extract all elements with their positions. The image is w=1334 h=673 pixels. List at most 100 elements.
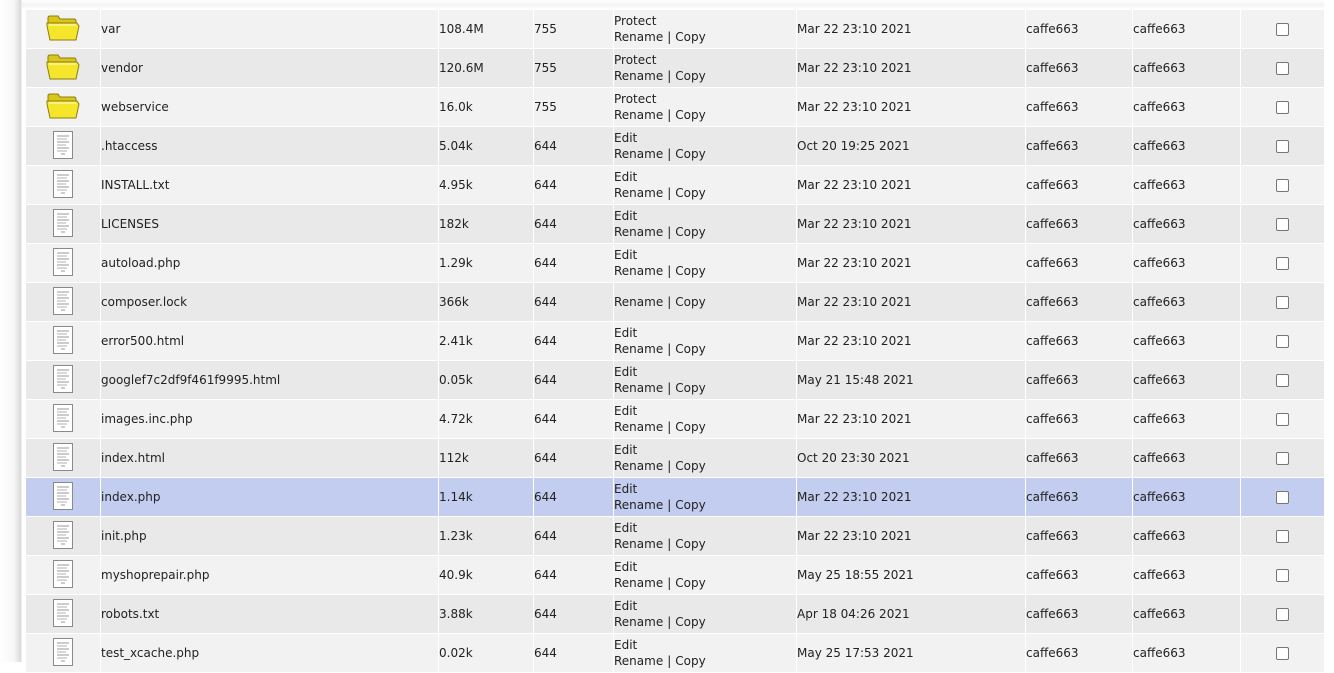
file-permissions[interactable]: 644 (533, 516, 614, 556)
file-icon[interactable] (51, 169, 75, 202)
rename-link[interactable]: Rename (615, 225, 664, 239)
file-icon[interactable] (51, 559, 75, 592)
copy-link[interactable]: Copy (675, 576, 705, 590)
file-icon[interactable] (51, 403, 75, 436)
select-checkbox[interactable] (1276, 647, 1289, 660)
file-permissions[interactable]: 644 (533, 594, 614, 634)
file-name[interactable]: robots.txt (100, 594, 439, 634)
file-icon[interactable] (51, 364, 75, 397)
rename-link[interactable]: Rename (615, 108, 664, 122)
select-checkbox[interactable] (1276, 530, 1289, 543)
copy-link[interactable]: Copy (675, 537, 705, 551)
file-name[interactable]: images.inc.php (100, 399, 439, 439)
select-checkbox[interactable] (1276, 257, 1289, 270)
file-icon[interactable] (51, 130, 75, 163)
file-permissions[interactable]: 644 (533, 399, 614, 439)
rename-link[interactable]: Rename (615, 147, 664, 161)
file-icon[interactable] (51, 208, 75, 241)
protect-link[interactable]: Protect (615, 92, 657, 106)
file-icon[interactable] (51, 637, 75, 670)
rename-link[interactable]: Rename (615, 30, 664, 44)
file-row[interactable]: autoload.php 1.29k 644 Edit Rename | Copy … (25, 243, 1325, 283)
copy-link[interactable]: Copy (675, 295, 705, 309)
copy-link[interactable]: Copy (675, 186, 705, 200)
file-name[interactable]: LICENSES (100, 204, 439, 244)
file-row[interactable]: .htaccess 5.04k 644 Edit Rename | Copy Oct… (25, 126, 1325, 166)
edit-link[interactable]: Edit (615, 404, 638, 418)
file-permissions[interactable]: 755 (533, 87, 614, 127)
protect-link[interactable]: Protect (615, 53, 657, 67)
copy-link[interactable]: Copy (675, 342, 705, 356)
folder-icon[interactable] (46, 93, 80, 122)
file-row[interactable]: var 108.4M 755 Protect Rename | Copy Mar 2… (25, 9, 1325, 49)
file-name[interactable]: INSTALL.txt (100, 165, 439, 205)
file-icon[interactable] (51, 247, 75, 280)
edit-link[interactable]: Edit (615, 638, 638, 652)
file-row[interactable]: init.php 1.23k 644 Edit Rename | Copy Mar … (25, 516, 1325, 556)
edit-link[interactable]: Edit (615, 560, 638, 574)
edit-link[interactable]: Edit (615, 443, 638, 457)
file-permissions[interactable]: 644 (533, 360, 614, 400)
file-permissions[interactable]: 644 (533, 204, 614, 244)
file-permissions[interactable]: 755 (533, 9, 614, 49)
file-permissions[interactable]: 644 (533, 165, 614, 205)
edit-link[interactable]: Edit (615, 521, 638, 535)
file-name[interactable]: var (100, 9, 439, 49)
edit-link[interactable]: Edit (615, 131, 638, 145)
file-row[interactable]: LICENSES 182k 644 Edit Rename | Copy Mar 2… (25, 204, 1325, 244)
file-name[interactable]: myshoprepair.php (100, 555, 439, 595)
file-name[interactable]: index.html (100, 438, 439, 478)
file-name[interactable]: vendor (100, 48, 439, 88)
file-permissions[interactable]: 644 (533, 633, 614, 673)
rename-link[interactable]: Rename (615, 186, 664, 200)
file-row[interactable]: webservice 16.0k 755 Protect Rename | Copy… (25, 87, 1325, 127)
edit-link[interactable]: Edit (615, 599, 638, 613)
file-row[interactable]: test_xcache.php 0.02k 644 Edit Rename | Co… (25, 633, 1325, 673)
file-permissions[interactable]: 644 (533, 477, 614, 517)
file-name[interactable]: .htaccess (100, 126, 439, 166)
select-checkbox[interactable] (1276, 452, 1289, 465)
file-name[interactable]: composer.lock (100, 282, 439, 322)
file-row[interactable]: images.inc.php 4.72k 644 Edit Rename | Cop… (25, 399, 1325, 439)
copy-link[interactable]: Copy (675, 30, 705, 44)
select-checkbox[interactable] (1276, 608, 1289, 621)
select-checkbox[interactable] (1276, 491, 1289, 504)
file-permissions[interactable]: 644 (533, 321, 614, 361)
select-checkbox[interactable] (1276, 101, 1289, 114)
rename-link[interactable]: Rename (615, 615, 664, 629)
copy-link[interactable]: Copy (675, 147, 705, 161)
rename-link[interactable]: Rename (615, 654, 664, 668)
protect-link[interactable]: Protect (615, 14, 657, 28)
edit-link[interactable]: Edit (615, 365, 638, 379)
rename-link[interactable]: Rename (615, 295, 664, 309)
edit-link[interactable]: Edit (615, 482, 638, 496)
select-checkbox[interactable] (1276, 374, 1289, 387)
file-icon[interactable] (51, 286, 75, 319)
file-row[interactable]: vendor 120.6M 755 Protect Rename | Copy Ma… (25, 48, 1325, 88)
file-permissions[interactable]: 644 (533, 282, 614, 322)
rename-link[interactable]: Rename (615, 342, 664, 356)
file-row[interactable]: myshoprepair.php 40.9k 644 Edit Rename | C… (25, 555, 1325, 595)
file-name[interactable]: test_xcache.php (100, 633, 439, 673)
select-checkbox[interactable] (1276, 140, 1289, 153)
file-name[interactable]: webservice (100, 87, 439, 127)
file-name[interactable]: googlef7c2df9f461f9995.html (100, 360, 439, 400)
copy-link[interactable]: Copy (675, 225, 705, 239)
edit-link[interactable]: Edit (615, 170, 638, 184)
file-permissions[interactable]: 644 (533, 555, 614, 595)
rename-link[interactable]: Rename (615, 576, 664, 590)
copy-link[interactable]: Copy (675, 459, 705, 473)
select-checkbox[interactable] (1276, 62, 1289, 75)
file-row-selected[interactable]: index.php 1.14k 644 Edit Rename | Copy Mar… (25, 477, 1325, 517)
file-name[interactable]: init.php (100, 516, 439, 556)
select-checkbox[interactable] (1276, 23, 1289, 36)
file-row[interactable]: googlef7c2df9f461f9995.html 0.05k 644 Ed… (25, 360, 1325, 400)
rename-link[interactable]: Rename (615, 537, 664, 551)
file-name[interactable]: index.php (100, 477, 439, 517)
folder-icon[interactable] (46, 54, 80, 83)
edit-link[interactable]: Edit (615, 209, 638, 223)
copy-link[interactable]: Copy (675, 654, 705, 668)
select-checkbox[interactable] (1276, 569, 1289, 582)
rename-link[interactable]: Rename (615, 498, 664, 512)
rename-link[interactable]: Rename (615, 381, 664, 395)
